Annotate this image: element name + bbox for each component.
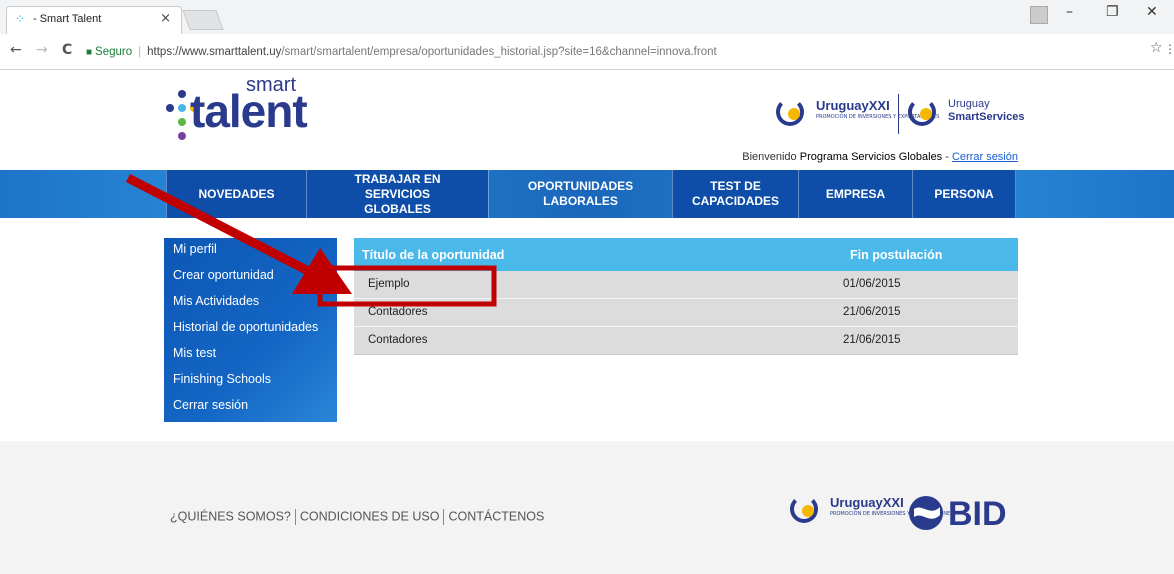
uruguay-xxi-emblem-icon	[790, 495, 818, 523]
nav-persona[interactable]: PERSONA	[912, 170, 1016, 218]
profile-icon[interactable]	[1030, 6, 1048, 24]
address-bar-row: ← → C ■ Seguro | https://www.smarttalent.uy…	[0, 34, 1174, 70]
browser-tab[interactable]: ⁘ - Smart Talent ×	[6, 6, 182, 34]
bookmark-star-icon[interactable]: ☆	[1150, 40, 1163, 56]
opportunity-end-date: 01/06/2015	[843, 278, 901, 290]
bid-logo[interactable]: BID	[908, 495, 1007, 535]
footer-links: ¿QUIÉNES SOMOS? CONDICIONES DE USO CONTÁCT…	[170, 509, 544, 525]
main-nav: NOVEDADES TRABAJAR EN SERVICIOS GLOBALES…	[0, 170, 1174, 218]
close-window-icon[interactable]: ✕	[1146, 4, 1158, 20]
nav-trabajar-servicios-globales[interactable]: TRABAJAR EN SERVICIOS GLOBALES	[306, 170, 488, 218]
lock-icon: ■	[86, 47, 93, 58]
url-host: https://www.smarttalent.uy	[147, 46, 282, 58]
table-row[interactable]: Contadores 21/06/2015	[354, 299, 1018, 327]
nav-novedades[interactable]: NOVEDADES	[166, 170, 306, 218]
close-tab-icon[interactable]: ×	[160, 11, 171, 26]
sidebar-item-cerrar-sesion[interactable]: Cerrar sesión	[173, 398, 248, 412]
url-path: /smart/smartalent/empresa/oportunidades_…	[281, 46, 717, 58]
forward-icon[interactable]: →	[36, 42, 48, 58]
browser-menu-icon[interactable]: ⋮	[1164, 42, 1174, 56]
sidebar-menu: Mi perfil Crear oportunidad Mis Activida…	[164, 238, 337, 422]
opportunity-title[interactable]: Ejemplo	[368, 278, 410, 290]
sidebar-item-mis-test[interactable]: Mis test	[173, 346, 216, 360]
sidebar-item-finishing-schools[interactable]: Finishing Schools	[173, 372, 271, 386]
nav-oportunidades-laborales[interactable]: OPORTUNIDADES LABORALES	[488, 170, 672, 218]
sidebar-item-mi-perfil[interactable]: Mi perfil	[173, 242, 217, 256]
table-row[interactable]: Ejemplo 01/06/2015	[354, 271, 1018, 299]
new-tab-button[interactable]	[182, 10, 224, 30]
partner-divider	[898, 94, 899, 134]
sidebar-item-mis-actividades[interactable]: Mis Actividades	[173, 294, 259, 308]
opportunity-end-date: 21/06/2015	[843, 306, 901, 318]
logout-link[interactable]: Cerrar sesión	[952, 151, 1018, 163]
sidebar-item-crear-oportunidad[interactable]: Crear oportunidad	[173, 268, 274, 282]
footer: ¿QUIÉNES SOMOS? CONDICIONES DE USO CONTÁCT…	[0, 441, 1174, 574]
browser-tab-strip: ⁘ - Smart Talent × – ❐ ✕	[0, 0, 1174, 34]
bid-emblem-icon	[909, 496, 943, 530]
opportunities-table-header: Título de la oportunidad Fin postulación	[354, 238, 1018, 271]
uruguay-xxi-emblem-icon	[776, 98, 804, 126]
column-header-end-date: Fin postulación	[850, 248, 943, 262]
nav-empresa[interactable]: EMPRESA	[798, 170, 912, 218]
welcome-message: Bienvenido Programa Servicios Globales -…	[742, 151, 1018, 163]
footer-link-condiciones-uso[interactable]: CONDICIONES DE USO	[300, 509, 440, 523]
nav-test-capacidades[interactable]: TEST DE CAPACIDADES	[672, 170, 798, 218]
secure-label: Seguro	[95, 46, 133, 58]
column-header-title: Título de la oportunidad	[362, 248, 505, 262]
opportunity-title[interactable]: Contadores	[368, 334, 427, 346]
favicon-icon: ⁘	[15, 12, 26, 26]
smart-talent-logo[interactable]: smart talent	[160, 74, 360, 158]
opportunity-title[interactable]: Contadores	[368, 306, 427, 318]
user-name: Programa Servicios Globales	[799, 151, 943, 163]
footer-link-contactenos[interactable]: CONTÁCTENOS	[448, 509, 544, 523]
sidebar-item-historial-oportunidades[interactable]: Historial de oportunidades	[173, 320, 318, 334]
url-input[interactable]: ■ Seguro | https://www.smarttalent.uy/smart…	[86, 40, 1148, 64]
logo-talent-text: talent	[190, 85, 308, 137]
restore-icon[interactable]: ❐	[1106, 4, 1119, 20]
back-icon[interactable]: ←	[10, 42, 22, 58]
reload-icon[interactable]: C	[62, 42, 72, 58]
minimize-icon[interactable]: –	[1066, 4, 1073, 20]
opportunity-end-date: 21/06/2015	[843, 334, 901, 346]
tab-title: - Smart Talent	[33, 13, 102, 25]
table-row[interactable]: Contadores 21/06/2015	[354, 327, 1018, 355]
uruguay-smart-services-emblem-icon	[908, 98, 936, 126]
footer-link-quienes-somos[interactable]: ¿QUIÉNES SOMOS?	[170, 509, 291, 523]
